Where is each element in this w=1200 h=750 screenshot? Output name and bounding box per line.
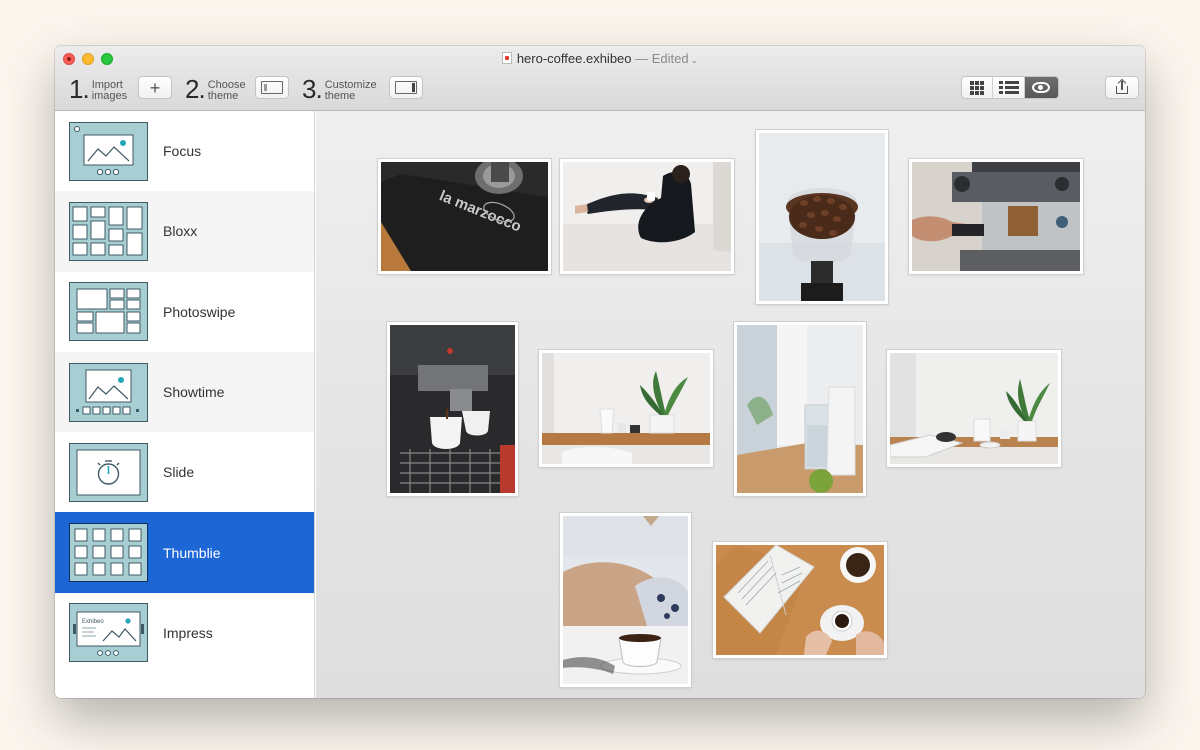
toolbar: hero-coffee.exhibeo — Edited ⌄ 1. Import … [55, 46, 1145, 111]
step-label: Customize theme [325, 80, 377, 102]
theme-item-thumblie[interactable]: Thumblie [55, 512, 314, 593]
list-view-icon [998, 81, 1019, 94]
gallery-photo[interactable] [539, 350, 713, 467]
slide-theme-thumbnail [69, 442, 148, 502]
impress-theme-thumbnail: Exhibeo [69, 603, 148, 663]
theme-item-focus[interactable]: Focus [55, 111, 314, 191]
step-number: 1. [69, 74, 90, 104]
gallery-photo[interactable] [756, 130, 888, 304]
theme-label: Focus [163, 143, 202, 160]
impress-thumb-text: Exhibeo [82, 619, 104, 625]
theme-item-slide[interactable]: Slide [55, 432, 314, 512]
theme-right-icon [395, 81, 417, 94]
showtime-theme-thumbnail [69, 362, 148, 422]
gallery-photo[interactable] [713, 542, 887, 658]
step-label-line: theme [207, 90, 239, 102]
theme-label: Thumblie [163, 544, 221, 561]
step-number: 3. [302, 74, 323, 104]
focus-theme-thumbnail [69, 121, 148, 181]
list-view-button[interactable] [993, 77, 1025, 98]
plus-icon: + [149, 77, 161, 98]
edited-status: — Edited [635, 51, 689, 66]
theme-label: Photoswipe [163, 303, 236, 320]
theme-label: Bloxx [163, 223, 198, 240]
theme-item-photoswipe[interactable]: Photoswipe [55, 272, 314, 352]
document-title[interactable]: hero-coffee.exhibeo — Edited ⌄ [55, 51, 1145, 67]
preview-button[interactable] [1024, 77, 1058, 98]
gallery-photo[interactable] [560, 513, 691, 687]
gallery-photo[interactable] [887, 350, 1061, 467]
step-label-line: theme [324, 90, 356, 102]
step-label: Import images [92, 80, 144, 102]
theme-item-showtime[interactable]: Showtime [55, 351, 314, 433]
grid-view-button[interactable] [962, 77, 994, 98]
photoswipe-theme-thumbnail [69, 282, 148, 342]
choose-theme-button[interactable] [255, 76, 289, 99]
view-mode-control [961, 76, 1059, 99]
theme-label: Impress [163, 624, 213, 641]
document-icon [501, 52, 512, 64]
grid-view-icon [970, 80, 985, 95]
theme-left-icon [261, 81, 283, 94]
app-window: hero-coffee.exhibeo — Edited ⌄ 1. Import … [55, 46, 1145, 698]
step-number: 2. [185, 74, 206, 104]
gallery-photo[interactable]: la marzocco [378, 159, 551, 274]
gallery-photo[interactable] [734, 322, 866, 496]
bloxx-theme-thumbnail [69, 201, 148, 261]
chevron-down-icon: ⌄ [690, 55, 699, 65]
gallery-preview: la marzocco [316, 111, 1145, 698]
theme-item-impress[interactable]: Exhibeo Impress [55, 593, 314, 673]
theme-sidebar: Focus Bloxx Photoswipe Showtime Slide Th… [55, 111, 315, 698]
share-button[interactable] [1105, 76, 1139, 99]
preview-eye-icon [1032, 82, 1051, 93]
thumblie-theme-thumbnail [69, 523, 148, 583]
step-customize-theme: 3. Customize theme [302, 74, 377, 104]
step-label: Choose theme [208, 80, 260, 102]
gallery-photo[interactable] [909, 159, 1083, 274]
gallery-photo[interactable] [387, 322, 518, 496]
theme-label: Slide [163, 464, 195, 481]
file-name: hero-coffee.exhibeo [516, 51, 632, 66]
share-icon [1116, 78, 1128, 94]
import-images-button[interactable]: + [138, 76, 172, 99]
theme-label: Showtime [163, 384, 225, 401]
gallery-photo[interactable] [560, 159, 734, 274]
theme-item-bloxx[interactable]: Bloxx [55, 191, 314, 272]
step-label-line: images [91, 90, 128, 102]
customize-theme-button[interactable] [389, 76, 423, 99]
step-import-images: 1. Import images [69, 74, 144, 104]
step-choose-theme: 2. Choose theme [185, 74, 260, 104]
